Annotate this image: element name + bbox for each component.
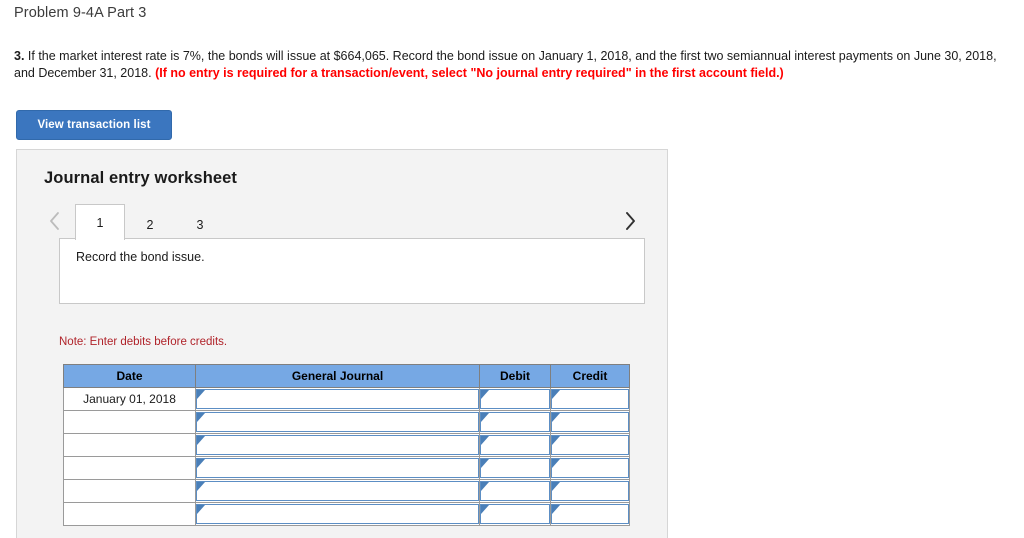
- journal-table-header-row: Date General Journal Debit Credit: [63, 364, 630, 388]
- cell-general-journal: [195, 410, 480, 434]
- cell-date[interactable]: [63, 410, 196, 434]
- credit-input[interactable]: [551, 389, 629, 409]
- dropdown-marker-icon: [197, 390, 205, 399]
- cell-debit: [479, 410, 551, 434]
- dropdown-marker-icon: [552, 436, 560, 445]
- worksheet-tab-2[interactable]: 2: [125, 208, 175, 240]
- column-header-credit: Credit: [550, 364, 630, 388]
- dropdown-marker-icon: [197, 505, 205, 514]
- cell-debit: [479, 387, 551, 411]
- table-row: [63, 502, 630, 526]
- dropdown-marker-icon: [197, 413, 205, 422]
- dropdown-marker-icon: [481, 482, 489, 491]
- cell-general-journal: [195, 502, 480, 526]
- worksheet-heading: Journal entry worksheet: [44, 169, 238, 187]
- dropdown-marker-icon: [481, 459, 489, 468]
- cell-general-journal: [195, 433, 480, 457]
- journal-table-wrapper: Date General Journal Debit Credit Januar…: [63, 364, 630, 526]
- journal-entry-table: Date General Journal Debit Credit Januar…: [63, 364, 630, 526]
- journal-table-body: January 01, 2018: [63, 387, 630, 526]
- worksheet-tab-1[interactable]: 1: [75, 204, 125, 240]
- dropdown-marker-icon: [552, 505, 560, 514]
- cell-debit: [479, 456, 551, 480]
- cell-debit: [479, 479, 551, 503]
- debit-input[interactable]: [480, 504, 550, 524]
- debit-input[interactable]: [480, 435, 550, 455]
- debit-input[interactable]: [480, 389, 550, 409]
- table-row: [63, 433, 630, 457]
- dropdown-marker-icon: [481, 413, 489, 422]
- dropdown-marker-icon: [481, 436, 489, 445]
- dropdown-marker-icon: [197, 482, 205, 491]
- dropdown-marker-icon: [552, 459, 560, 468]
- general-journal-input[interactable]: [196, 481, 479, 501]
- journal-entry-worksheet-panel: Journal entry worksheet 1 2 3 Record the…: [16, 149, 668, 538]
- cell-credit: [550, 456, 630, 480]
- table-row: [63, 479, 630, 503]
- table-row: [63, 410, 630, 434]
- worksheet-tabs: 1 2 3: [75, 202, 225, 240]
- general-journal-input[interactable]: [196, 458, 479, 478]
- cell-credit: [550, 387, 630, 411]
- dropdown-marker-icon: [481, 505, 489, 514]
- credit-input[interactable]: [551, 481, 629, 501]
- cell-date[interactable]: [63, 479, 196, 503]
- general-journal-input[interactable]: [196, 412, 479, 432]
- column-header-general-journal: General Journal: [195, 364, 480, 388]
- credit-input[interactable]: [551, 412, 629, 432]
- chevron-right-icon[interactable]: [619, 207, 641, 235]
- page-title: Problem 9-4A Part 3: [14, 5, 147, 21]
- worksheet-tab-3[interactable]: 3: [175, 208, 225, 240]
- debit-input[interactable]: [480, 458, 550, 478]
- table-row: [63, 456, 630, 480]
- cell-general-journal: [195, 479, 480, 503]
- general-journal-input[interactable]: [196, 435, 479, 455]
- credit-input[interactable]: [551, 504, 629, 524]
- dropdown-marker-icon: [552, 390, 560, 399]
- general-journal-input[interactable]: [196, 389, 479, 409]
- dropdown-marker-icon: [481, 390, 489, 399]
- cell-debit: [479, 433, 551, 457]
- credit-input[interactable]: [551, 458, 629, 478]
- worksheet-tab-1-label: 1: [96, 215, 104, 230]
- worksheet-tabstrip: 1 2 3: [43, 202, 641, 240]
- question-number: 3.: [14, 49, 25, 63]
- question-text: 3. If the market interest rate is 7%, th…: [14, 48, 1004, 82]
- debit-input[interactable]: [480, 412, 550, 432]
- cell-credit: [550, 433, 630, 457]
- worksheet-note: Note: Enter debits before credits.: [59, 336, 228, 348]
- general-journal-input[interactable]: [196, 504, 479, 524]
- cell-date[interactable]: [63, 502, 196, 526]
- worksheet-description-text: Record the bond issue.: [76, 250, 205, 264]
- question-emphasis: (If no entry is required for a transacti…: [155, 66, 784, 80]
- cell-date[interactable]: [63, 433, 196, 457]
- cell-credit: [550, 479, 630, 503]
- cell-credit: [550, 410, 630, 434]
- chevron-left-icon[interactable]: [43, 207, 65, 235]
- cell-general-journal: [195, 387, 480, 411]
- column-header-debit: Debit: [479, 364, 551, 388]
- view-transaction-list-button[interactable]: View transaction list: [16, 110, 172, 140]
- worksheet-tab-2-label: 2: [146, 217, 154, 232]
- table-row: January 01, 2018: [63, 387, 630, 411]
- cell-date[interactable]: [63, 456, 196, 480]
- cell-general-journal: [195, 456, 480, 480]
- credit-input[interactable]: [551, 435, 629, 455]
- cell-credit: [550, 502, 630, 526]
- column-header-date: Date: [63, 364, 196, 388]
- debit-input[interactable]: [480, 481, 550, 501]
- cell-date[interactable]: January 01, 2018: [63, 387, 196, 411]
- dropdown-marker-icon: [552, 413, 560, 422]
- dropdown-marker-icon: [197, 436, 205, 445]
- worksheet-tab-3-label: 3: [196, 217, 204, 232]
- dropdown-marker-icon: [197, 459, 205, 468]
- dropdown-marker-icon: [552, 482, 560, 491]
- worksheet-description-box: Record the bond issue.: [59, 238, 645, 304]
- cell-debit: [479, 502, 551, 526]
